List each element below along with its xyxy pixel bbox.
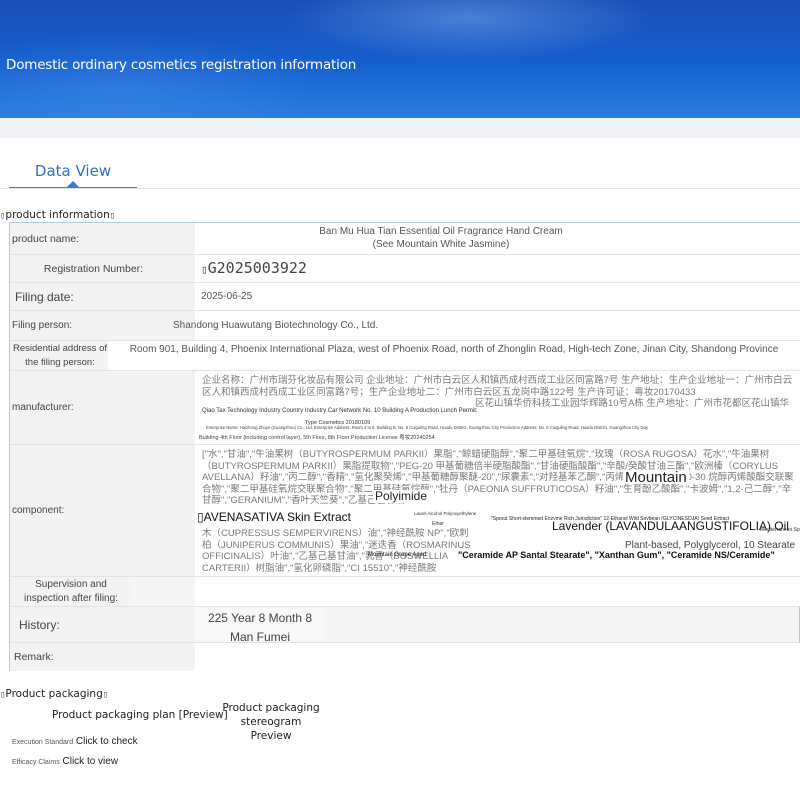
manufacturer-cn-line2: 区花山镇华侨科技工业园华辉路10号A栋 生产地址：广州市花都区花山镇华 [475, 398, 790, 409]
efficacy-claims-link[interactable]: Efficacy Claims Click to view [12, 756, 118, 767]
packaging-plan-preview-link[interactable]: Product packaging plan [Preview] [52, 709, 228, 721]
bracket-icon: ▯ [109, 211, 116, 221]
value-supervision [195, 577, 800, 606]
execution-standard-link[interactable]: Execution Standard Click to check [12, 736, 138, 747]
section-product-information-label: product information [5, 209, 110, 221]
row-filing-person: Filing person: Shandong Huawutang Biotec… [10, 311, 800, 341]
page-title: Domestic ordinary cosmetics registration… [6, 57, 357, 73]
efficacy-claims-prefix: Efficacy Claims [12, 759, 60, 766]
label-manufacturer: manufacturer: [10, 371, 195, 444]
registration-prefix-glyph: ▯ [201, 263, 208, 276]
row-product-name: product name: Ban Mu Hua Tian Essential … [10, 223, 800, 255]
component-avena-text: AVENASATIVA Skin Extract [203, 510, 351, 524]
row-residential-address: Residential address of the filing person… [10, 341, 800, 371]
value-residential-address: Room 901, Building 4, Phoenix Internatio… [108, 341, 800, 370]
bracket-icon: ▯ [102, 690, 109, 700]
execution-standard-prefix: Execution Standard [12, 739, 74, 746]
component-ceramide: "Ceramide AP Santal Stearate", "Xanthan … [458, 550, 775, 560]
efficacy-claims-action[interactable]: Click to view [63, 756, 119, 767]
component-mediterranean: Mediterranean Spe [760, 527, 800, 533]
component-cn-text: ["水","甘油","牛油果树（BUTYROSPERMUM PARKII）果脂"… [202, 449, 794, 506]
label-history: History: [10, 607, 195, 642]
row-component: component: ["水","甘油","牛油果树（BUTYROSPERMUM… [10, 445, 800, 577]
tab-data-view[interactable]: Data View [9, 160, 137, 189]
label-filing-date: Filing date: [10, 283, 195, 310]
registration-number-text: G2025003922 [207, 259, 307, 277]
row-supervision: Supervision and inspection after filing: [10, 577, 800, 607]
manufacturer-cn-text: 企业名称：广州市瑞芬化妆品有限公司 企业地址：广州市白云区人和镇西成村西成工业区… [202, 375, 793, 398]
label-product-name: product name: [10, 223, 195, 254]
manufacturer-en-line4: Building 4th Floor (including control la… [199, 435, 435, 441]
filing-person-text: Shandong Huawutang Biotechnology Co., Lt… [173, 320, 379, 331]
value-product-name: Ban Mu Hua Tian Essential Oil Fragrance … [195, 223, 800, 254]
component-laurel: Laurel Alcohol Polyoxyethylene [414, 511, 477, 516]
section-product-packaging: ▯Product packaging▯ [0, 688, 108, 700]
value-filing-date: 2025-06-25 [195, 283, 800, 310]
value-filing-person: Shandong Huawutang Biotechnology Co., Lt… [173, 311, 800, 340]
label-component: component: [10, 445, 195, 576]
component-avena: ▯AVENASATIVA Skin Extract [195, 510, 353, 524]
value-remark [195, 643, 800, 671]
component-polyimide: Polyimide [373, 489, 430, 503]
label-supervision: Supervision and inspection after filing: [10, 577, 130, 606]
banner-divider [0, 118, 800, 138]
component-mountain: Mountain [623, 469, 689, 486]
row-history: History: 225 Year 8 Month 8 Man Fumei [10, 607, 800, 644]
execution-standard-action[interactable]: Click to check [76, 736, 138, 747]
header-banner: Domestic ordinary cosmetics registration… [0, 0, 800, 118]
row-manufacturer: manufacturer: 企业名称：广州市瑞芬化妆品有限公司 企业地址：广州市… [10, 371, 800, 445]
section-product-information: ▯product information▯ [0, 209, 115, 221]
label-remark: Remark: [10, 643, 195, 671]
row-registration-number: Registration Number: ▯G2025003922 [10, 255, 800, 283]
row-filing-date: Filing date: 2025-06-25 [10, 283, 800, 311]
value-history: 225 Year 8 Month 8 Man Fumei [195, 607, 325, 644]
product-info-table: product name: Ban Mu Hua Tian Essential … [9, 222, 800, 671]
label-filing-person: Filing person: [10, 311, 195, 340]
component-grape: Mountain Grape Aged [368, 552, 427, 558]
label-residential-address: Residential address of the filing person… [10, 341, 108, 370]
label-registration-number: Registration Number: [10, 255, 195, 282]
product-name-text: Ban Mu Hua Tian Essential Oil Fragrance … [319, 226, 563, 250]
value-component: ["水","甘油","牛油果树（BUTYROSPERMUM PARKII）果脂"… [195, 445, 800, 576]
component-ether: Ether [432, 521, 444, 527]
packaging-stereogram-preview-link[interactable]: Product packaging stereogram Preview [221, 701, 321, 743]
component-cn-text-2: 木（CUPRESSUS SEMPERVIRENS）油","神经酰胺 NP","欧… [202, 528, 471, 572]
component-lavender: Lavender (LAVANDULAANGUSTIFOLIA) Oil [550, 519, 791, 533]
section-product-packaging-label: Product packaging [5, 688, 103, 700]
value-manufacturer: 企业名称：广州市瑞芬化妆品有限公司 企业地址：广州市白云区人和镇西成村西成工业区… [195, 371, 800, 444]
value-registration-number: ▯G2025003922 [195, 255, 800, 282]
row-remark: Remark: [10, 643, 800, 671]
tab-underline [0, 188, 800, 189]
